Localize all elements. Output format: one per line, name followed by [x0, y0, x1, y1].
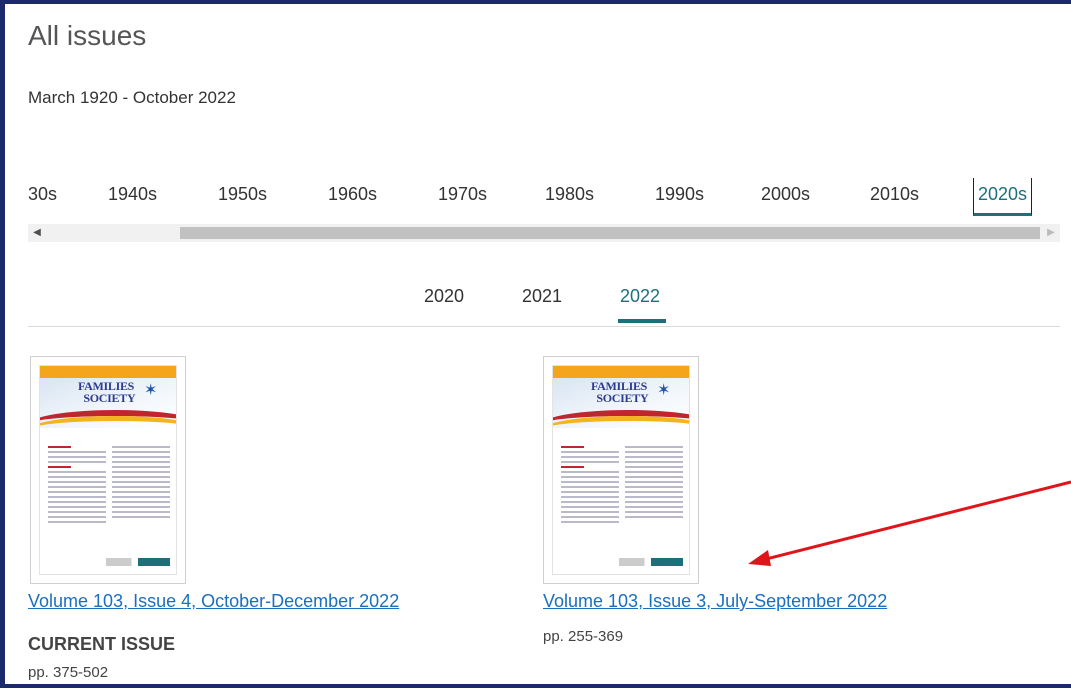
star-icon: ✶: [144, 382, 158, 399]
scroll-right-arrow-icon[interactable]: ▶: [1042, 224, 1060, 242]
scroll-left-arrow-icon[interactable]: ◀: [28, 224, 46, 242]
issue-link[interactable]: Volume 103, Issue 4, October-December 20…: [28, 591, 399, 612]
year-tab-2022[interactable]: 2022: [620, 286, 660, 307]
decade-tab-1980s[interactable]: 1980s: [545, 184, 594, 205]
star-icon: ✶: [657, 382, 671, 399]
issue-pages: pp. 255-369: [543, 628, 624, 645]
journal-logo: FAMILIES SOCIETY: [591, 379, 649, 405]
issue-pages: pp. 375-502: [28, 664, 109, 681]
issue-link[interactable]: Volume 103, Issue 3, July-September 2022: [543, 591, 887, 612]
annotation-arrow-icon: [748, 480, 1071, 566]
decade-scrollbar[interactable]: ◀ ▶: [28, 224, 1060, 242]
decade-tab-1940s[interactable]: 1940s: [108, 184, 157, 205]
decade-tab-1950s[interactable]: 1950s: [218, 184, 267, 205]
date-range: March 1920 - October 2022: [28, 88, 236, 107]
journal-logo: FAMILIES SOCIETY: [78, 379, 136, 405]
decade-tab-1960s[interactable]: 1960s: [328, 184, 377, 205]
year-tab-2021[interactable]: 2021: [522, 286, 562, 307]
year-tab-2020[interactable]: 2020: [424, 286, 464, 307]
decade-tab-2000s[interactable]: 2000s: [761, 184, 810, 205]
page-title: All issues: [28, 20, 147, 51]
year-tabs: 2020 2021 2022: [28, 272, 1060, 327]
current-issue-badge: CURRENT ISSUE: [28, 634, 176, 654]
decade-tab-1970s[interactable]: 1970s: [438, 184, 487, 205]
decade-tab-2020s[interactable]: 2020s: [973, 178, 1033, 216]
issue-cover-image[interactable]: FAMILIES SOCIETY ✶: [543, 356, 699, 584]
decade-tab-2010s[interactable]: 2010s: [870, 184, 919, 205]
decade-tab-30s[interactable]: 30s: [28, 184, 57, 205]
decade-tabs: 30s 1940s 1950s 1960s 1970s 1980s 1990s …: [28, 176, 1071, 226]
issue-cover-image[interactable]: FAMILIES SOCIETY ✶: [30, 356, 186, 584]
active-year-indicator: [618, 319, 666, 323]
scroll-thumb[interactable]: [180, 227, 1040, 239]
decade-tab-1990s[interactable]: 1990s: [655, 184, 704, 205]
